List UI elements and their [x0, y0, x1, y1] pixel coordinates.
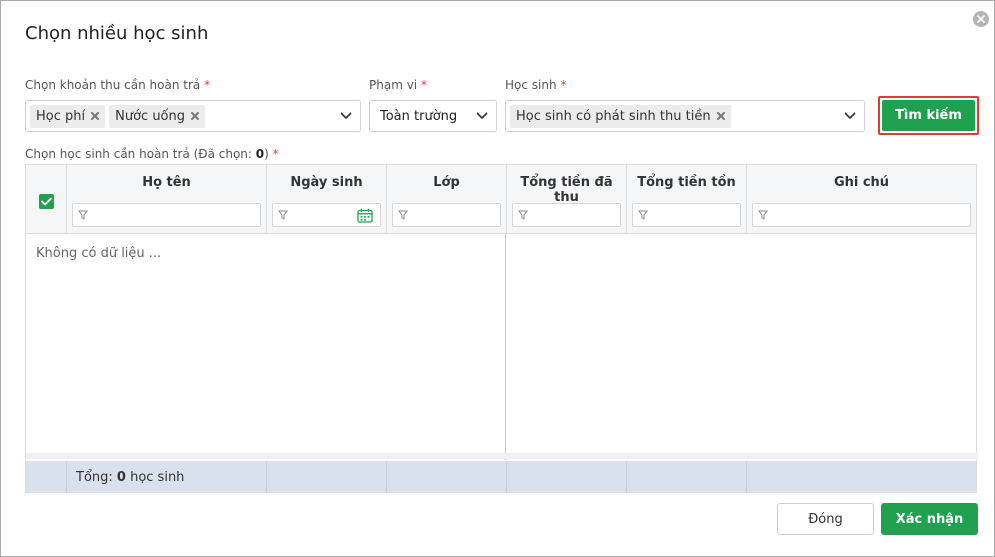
column-header[interactable]: Ngày sinh	[267, 175, 386, 190]
column-header[interactable]: Ghi chú	[747, 175, 976, 190]
column-total-collected: Tổng tiền đã thu	[507, 165, 627, 234]
fee-tag: Học phí	[30, 104, 106, 128]
fee-label-text: Chọn khoản thu cần hoàn trả	[25, 78, 201, 92]
total-collected-filter-input[interactable]	[512, 203, 621, 227]
column-header[interactable]: Tổng tiền đã thu	[507, 175, 626, 205]
required-mark: *	[204, 78, 211, 92]
filter-icon	[638, 210, 648, 220]
required-mark: *	[420, 78, 427, 92]
fullname-filter-input[interactable]	[72, 203, 261, 227]
dialog-title: Chọn nhiều học sinh	[25, 23, 209, 44]
fee-label: Chọn khoản thu cần hoàn trả *	[25, 78, 210, 92]
choose-students-dialog: Chọn nhiều học sinh Chọn khoản thu cần h…	[0, 0, 995, 557]
note-filter-input[interactable]	[752, 203, 971, 227]
scope-selected-value: Toàn trường	[380, 108, 458, 124]
chevron-down-icon[interactable]	[844, 111, 856, 121]
class-filter-input[interactable]	[392, 203, 501, 227]
footer-cell	[26, 461, 67, 493]
close-button[interactable]: Đóng	[777, 503, 874, 535]
remove-tag-icon[interactable]	[716, 112, 725, 120]
footer-cell	[387, 461, 507, 493]
remove-tag-icon[interactable]	[91, 112, 100, 120]
students-grid: Họ tên Ngày sinh Lớp Tổng tiền đã thu Tổ…	[25, 164, 978, 493]
column-birthdate: Ngày sinh	[267, 165, 387, 234]
grid-label-suffix: )	[264, 147, 269, 161]
grid-body-frozen: Không có dữ liệu ...	[26, 234, 506, 460]
total-prefix: Tổng:	[76, 470, 117, 485]
student-label: Học sinh *	[505, 78, 566, 92]
total-remaining-filter-input[interactable]	[632, 203, 741, 227]
grid-label: Chọn học sinh cần hoàn trả (Đã chọn: 0) …	[25, 147, 279, 161]
footer-cell	[627, 461, 747, 493]
filter-icon	[518, 210, 528, 220]
column-class: Lớp	[387, 165, 507, 234]
chevron-down-icon[interactable]	[340, 111, 352, 121]
footer-total: Tổng: 0 học sinh	[76, 470, 184, 485]
horizontal-scrollbar[interactable]	[26, 453, 978, 459]
student-multiselect[interactable]: Học sinh có phát sinh thu tiền	[505, 100, 865, 132]
grid-label-prefix: Chọn học sinh cần hoàn trả (Đã chọn:	[25, 147, 256, 161]
select-all-checkbox[interactable]	[39, 194, 54, 209]
close-icon[interactable]	[973, 11, 989, 27]
remove-tag-icon[interactable]	[191, 112, 200, 120]
student-tag: Học sinh có phát sinh thu tiền	[510, 104, 731, 128]
fee-tag: Nước uống	[109, 104, 206, 128]
total-suffix: học sinh	[125, 470, 185, 485]
filter-icon	[758, 210, 768, 220]
fee-multiselect[interactable]: Học phí Nước uống	[25, 100, 361, 132]
column-fullname: Họ tên	[67, 165, 267, 234]
search-button-highlight: Tìm kiếm	[878, 96, 979, 135]
column-header[interactable]: Lớp	[387, 175, 506, 190]
column-note: Ghi chú	[747, 165, 976, 234]
check-icon	[41, 197, 52, 206]
empty-message: Không có dữ liệu ...	[36, 246, 162, 261]
column-header[interactable]: Tổng tiền tồn	[627, 175, 746, 190]
grid-footer: Tổng: 0 học sinh	[26, 461, 976, 493]
chevron-down-icon[interactable]	[476, 111, 488, 121]
column-header[interactable]: Họ tên	[67, 175, 266, 190]
required-mark: *	[272, 147, 279, 161]
confirm-button[interactable]: Xác nhận	[881, 503, 978, 535]
fee-tag-label: Nước uống	[115, 108, 186, 124]
scope-label-text: Phạm vi	[369, 78, 418, 92]
required-mark: *	[560, 78, 567, 92]
search-button[interactable]: Tìm kiếm	[882, 100, 975, 131]
fee-tag-label: Học phí	[36, 108, 86, 124]
filter-icon	[78, 210, 88, 220]
calendar-icon[interactable]	[357, 208, 373, 223]
column-total-remaining: Tổng tiền tồn	[627, 165, 747, 234]
footer-cell	[507, 461, 627, 493]
selected-count: 0	[255, 147, 265, 161]
student-tag-label: Học sinh có phát sinh thu tiền	[516, 108, 711, 124]
filter-icon	[398, 210, 408, 220]
scope-label: Phạm vi *	[369, 78, 427, 92]
filter-icon	[278, 210, 288, 220]
total-count: 0	[116, 470, 126, 485]
footer-cell	[267, 461, 387, 493]
select-all-column	[26, 165, 67, 234]
birthdate-filter-input[interactable]	[272, 203, 381, 227]
student-label-text: Học sinh	[505, 78, 557, 92]
scope-select[interactable]: Toàn trường	[369, 100, 497, 132]
